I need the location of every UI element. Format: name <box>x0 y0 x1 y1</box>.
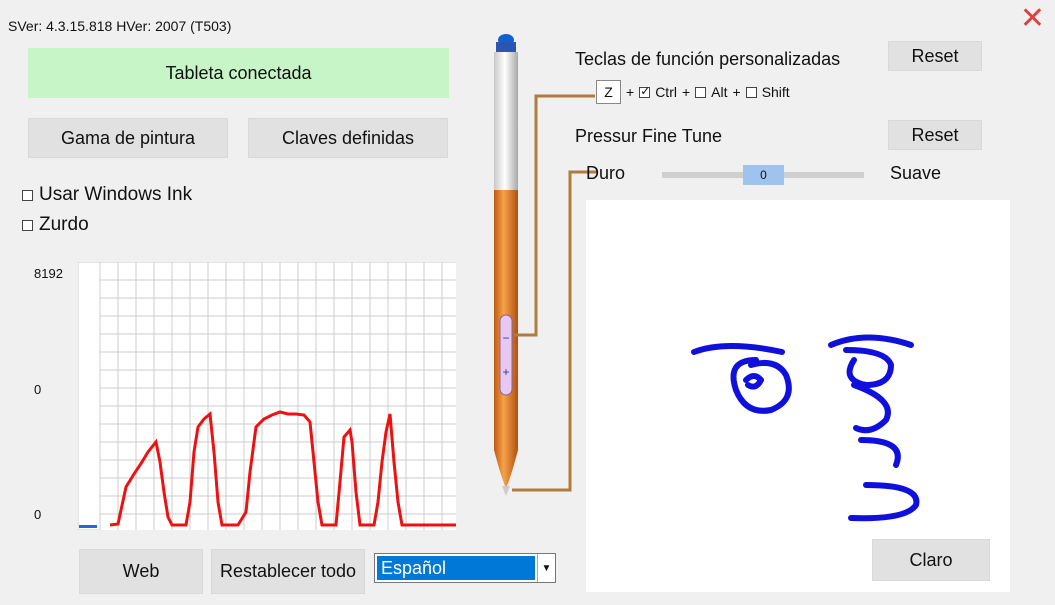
reset-all-button[interactable]: Restablecer todo <box>211 549 365 594</box>
pressure-tune-title: Pressur Fine Tune <box>575 126 723 146</box>
reset-pressure-button[interactable]: Reset <box>888 120 982 150</box>
pressure-level-indicator <box>79 525 97 528</box>
ink-strokes <box>691 334 920 522</box>
pressure-graph-svg <box>77 261 456 531</box>
reset-fkeys-button[interactable]: Reset <box>888 41 982 71</box>
paint-range-button[interactable]: Gama de pintura <box>28 118 228 158</box>
defined-keys-button[interactable]: Claves definidas <box>248 118 448 158</box>
fkeys-combination: Z + Ctrl + Alt + Shift <box>596 80 790 104</box>
ctrl-checkbox[interactable] <box>639 84 650 98</box>
windows-ink-option[interactable]: Usar Windows Ink <box>22 184 192 206</box>
pressure-slider-thumb[interactable]: 0 <box>743 165 784 185</box>
pen-side-button[interactable] <box>499 314 513 396</box>
alt-label: Alt <box>711 84 728 100</box>
language-selected-value: Español <box>377 556 535 580</box>
shift-label: Shift <box>761 84 790 100</box>
chevron-down-icon[interactable]: ▼ <box>537 554 555 582</box>
ctrl-label: Ctrl <box>655 84 677 100</box>
key-input[interactable]: Z <box>596 80 621 104</box>
pen-plus-icon: + <box>502 365 509 379</box>
left-handed-label: Zurdo <box>39 214 89 235</box>
close-icon[interactable]: ✕ <box>1020 4 1045 34</box>
pen-illustration: − + <box>494 34 598 496</box>
graph-ymid-label: 0 <box>34 382 42 397</box>
hard-label: Duro <box>586 163 626 183</box>
shift-checkbox[interactable] <box>745 86 757 98</box>
pen-minus-icon: − <box>502 331 509 345</box>
connection-status: Tableta conectada <box>28 48 449 98</box>
graph-ymin-label: 0 <box>34 507 42 522</box>
soft-label: Suave <box>890 163 942 183</box>
pressure-graph <box>77 261 456 531</box>
web-button[interactable]: Web <box>79 549 203 594</box>
alt-checkbox[interactable] <box>695 86 707 98</box>
left-handed-checkbox[interactable] <box>22 219 33 231</box>
left-handed-option[interactable]: Zurdo <box>22 214 89 236</box>
windows-ink-label: Usar Windows Ink <box>39 184 193 205</box>
fkeys-title: Teclas de función personalizadas <box>575 49 841 69</box>
graph-ymax-label: 8192 <box>34 266 63 281</box>
drawing-canvas[interactable]: Claro <box>586 200 1010 592</box>
language-select[interactable]: Español ▼ <box>374 553 556 583</box>
clear-button[interactable]: Claro <box>872 539 990 581</box>
windows-ink-checkbox[interactable] <box>22 189 33 201</box>
version-info: SVer: 4.3.15.818 HVer: 2007 (T503) <box>8 18 232 34</box>
